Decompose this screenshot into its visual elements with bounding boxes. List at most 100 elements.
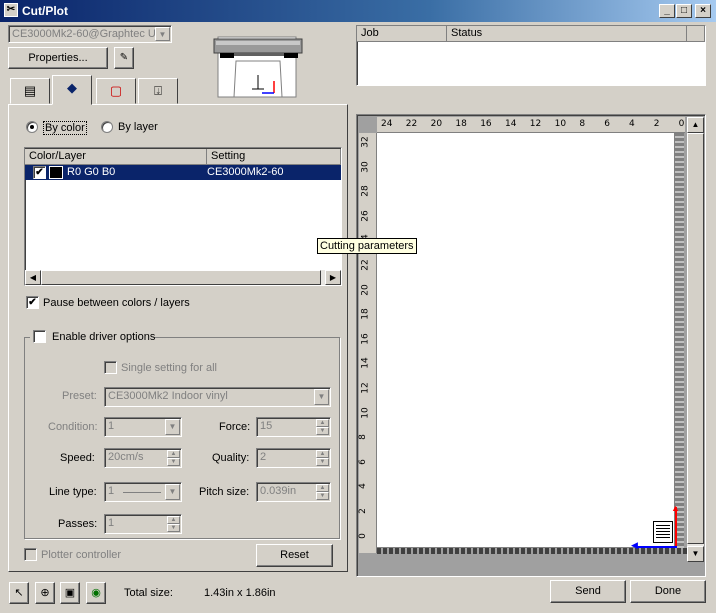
frame-icon: ▢ <box>109 83 123 98</box>
top-ruler-label: 12 <box>529 119 542 129</box>
left-ruler-label: 2 <box>357 508 368 514</box>
close-button[interactable]: × <box>695 4 711 18</box>
quality-spin[interactable]: ▲ ▼ <box>316 450 329 466</box>
left-ruler-label: 16 <box>360 333 371 345</box>
condition-select[interactable]: 1 ▼ <box>104 417 182 437</box>
left-ruler-label: 28 <box>360 185 371 197</box>
pitch-spin[interactable]: ▲ ▼ <box>316 484 329 500</box>
condition-label: Condition: <box>48 421 98 433</box>
top-ruler-label: 10 <box>554 119 567 129</box>
minimize-button[interactable]: _ <box>659 4 675 18</box>
page-tool-button[interactable]: ▣ <box>60 582 80 604</box>
window-title: Cut/Plot <box>22 4 68 18</box>
by-layer-radio[interactable] <box>101 121 113 133</box>
passes-spin[interactable]: ▲ ▼ <box>167 516 180 532</box>
tab-general[interactable]: ▤ <box>10 78 50 104</box>
scroll-down-button[interactable]: ▼ <box>687 546 704 562</box>
device-select-value: CE3000Mk2-60@Graphtec US <box>12 28 164 40</box>
vertical-scrollbar[interactable]: ▲ ▼ <box>687 117 704 562</box>
condition-value: 1 <box>108 420 115 432</box>
plotter-icon <box>213 36 303 98</box>
force-spin[interactable]: ▲ ▼ <box>316 419 329 435</box>
line-sample <box>123 492 161 493</box>
layers-list[interactable]: Color/Layer Setting ✔ R0 G0 B0 CE3000Mk2… <box>24 147 342 286</box>
color-layer-column-header[interactable]: Color/Layer <box>25 149 207 165</box>
zoom-tool-button[interactable]: ⊕ <box>35 582 55 604</box>
tab-cutting[interactable]: ◆ <box>52 75 92 105</box>
plotter-image <box>212 23 304 103</box>
passes-value: 1 <box>108 517 115 529</box>
maximize-button[interactable]: □ <box>676 4 692 18</box>
top-ruler-label: 22 <box>405 119 418 129</box>
enable-driver-label: Enable driver options <box>52 331 156 343</box>
quality-label: Quality: <box>212 452 250 464</box>
left-ruler-label: 30 <box>360 160 371 173</box>
chevron-down-icon: ▼ <box>314 389 329 405</box>
horizontal-scrollbar[interactable]: ◀ ▶ <box>25 270 341 285</box>
plotter-controller-checkbox[interactable] <box>24 548 37 561</box>
left-ruler-label: 22 <box>360 259 371 271</box>
left-ruler-label: 6 <box>357 458 368 465</box>
top-ruler: 24 22 20 18 16 14 12 10 8 6 4 2 0 <box>377 117 685 133</box>
scroll-thumb[interactable] <box>41 270 321 285</box>
left-ruler-label: 26 <box>360 210 371 222</box>
left-ruler-label: 18 <box>360 308 371 320</box>
speed-spin[interactable]: ▲ ▼ <box>167 450 180 466</box>
scroll-up-button[interactable]: ▲ <box>687 117 704 133</box>
pause-checkbox[interactable]: ✔ <box>26 296 39 309</box>
linetype-select[interactable]: 1 ▼ <box>104 482 182 502</box>
layers-icon: ◆ <box>67 80 77 95</box>
by-color-radio[interactable] <box>26 121 38 133</box>
status-column-header[interactable]: Status <box>447 26 687 42</box>
preset-select[interactable]: CE3000Mk2 Indoor vinyl ▼ <box>104 387 331 407</box>
scroll-right-button[interactable]: ▶ <box>325 270 341 285</box>
left-ruler: 32302826242220181614121086420 <box>357 133 377 553</box>
job-queue-list[interactable]: Job Status <box>356 25 706 86</box>
layer-row-checkbox[interactable]: ✔ <box>33 166 46 179</box>
by-color-label[interactable]: By color <box>43 121 87 135</box>
left-ruler-label: 0 <box>357 532 368 539</box>
title-bar: ✂ Cut/Plot _ □ × <box>0 0 716 22</box>
properties-button[interactable]: Properties... <box>8 47 108 69</box>
design-thumbnail[interactable] <box>653 521 673 543</box>
speed-stepper[interactable]: 20cm/s ▲ ▼ <box>104 448 182 468</box>
pitch-stepper[interactable]: 0.039in ▲ ▼ <box>256 482 331 502</box>
reset-button[interactable]: Reset <box>256 544 333 567</box>
zoom-icon: ⊕ <box>40 587 50 599</box>
single-setting-label: Single setting for all <box>121 362 217 374</box>
done-button[interactable]: Done <box>630 580 706 603</box>
right-tick-strip <box>675 133 684 548</box>
quality-value: 2 <box>260 451 267 463</box>
left-ruler-label: 20 <box>360 283 371 296</box>
preview-area[interactable]: 242220181614121086420 323028262422201816… <box>356 114 706 577</box>
pitch-label: Pitch size: <box>199 486 250 498</box>
zoom-fit-button[interactable]: ◉ <box>86 582 106 604</box>
plotter-controller-label: Plotter controller <box>41 549 122 561</box>
enable-driver-checkbox[interactable] <box>33 330 46 343</box>
top-ruler-label: 24 <box>381 119 393 129</box>
device-select[interactable]: CE3000Mk2-60@Graphtec US ▼ <box>8 25 172 43</box>
vertical-scroll-thumb[interactable] <box>687 133 704 544</box>
scroll-left-button[interactable]: ◀ <box>25 270 41 285</box>
single-setting-checkbox[interactable] <box>104 361 117 374</box>
left-ruler-label: 32 <box>360 136 371 148</box>
force-label: Force: <box>219 421 251 433</box>
pen-icon: ✎ <box>119 52 129 63</box>
setting-column-header[interactable]: Setting <box>207 149 341 165</box>
pen-settings-button[interactable]: ✎ <box>114 47 134 69</box>
force-stepper[interactable]: 15 ▲ ▼ <box>256 417 331 437</box>
job-column-header[interactable]: Job <box>357 26 447 42</box>
select-tool-button[interactable]: ↖ <box>9 582 29 604</box>
left-ruler-label: 12 <box>360 382 371 394</box>
passes-stepper[interactable]: 1 ▲ ▼ <box>104 514 182 534</box>
by-layer-label[interactable]: By layer <box>118 121 158 133</box>
app-icon: ✂ <box>4 3 18 17</box>
layer-row[interactable]: ✔ R0 G0 B0 CE3000Mk2-60 <box>25 165 341 180</box>
tab-position[interactable]: ▢ <box>96 78 136 104</box>
top-ruler-label: 4 <box>629 119 635 129</box>
tab-tool[interactable]: ⍗ <box>138 78 178 104</box>
send-button[interactable]: Send <box>550 580 626 603</box>
blank-column-header <box>687 26 705 42</box>
quality-stepper[interactable]: 2 ▲ ▼ <box>256 448 331 468</box>
passes-label: Passes: <box>58 518 98 530</box>
